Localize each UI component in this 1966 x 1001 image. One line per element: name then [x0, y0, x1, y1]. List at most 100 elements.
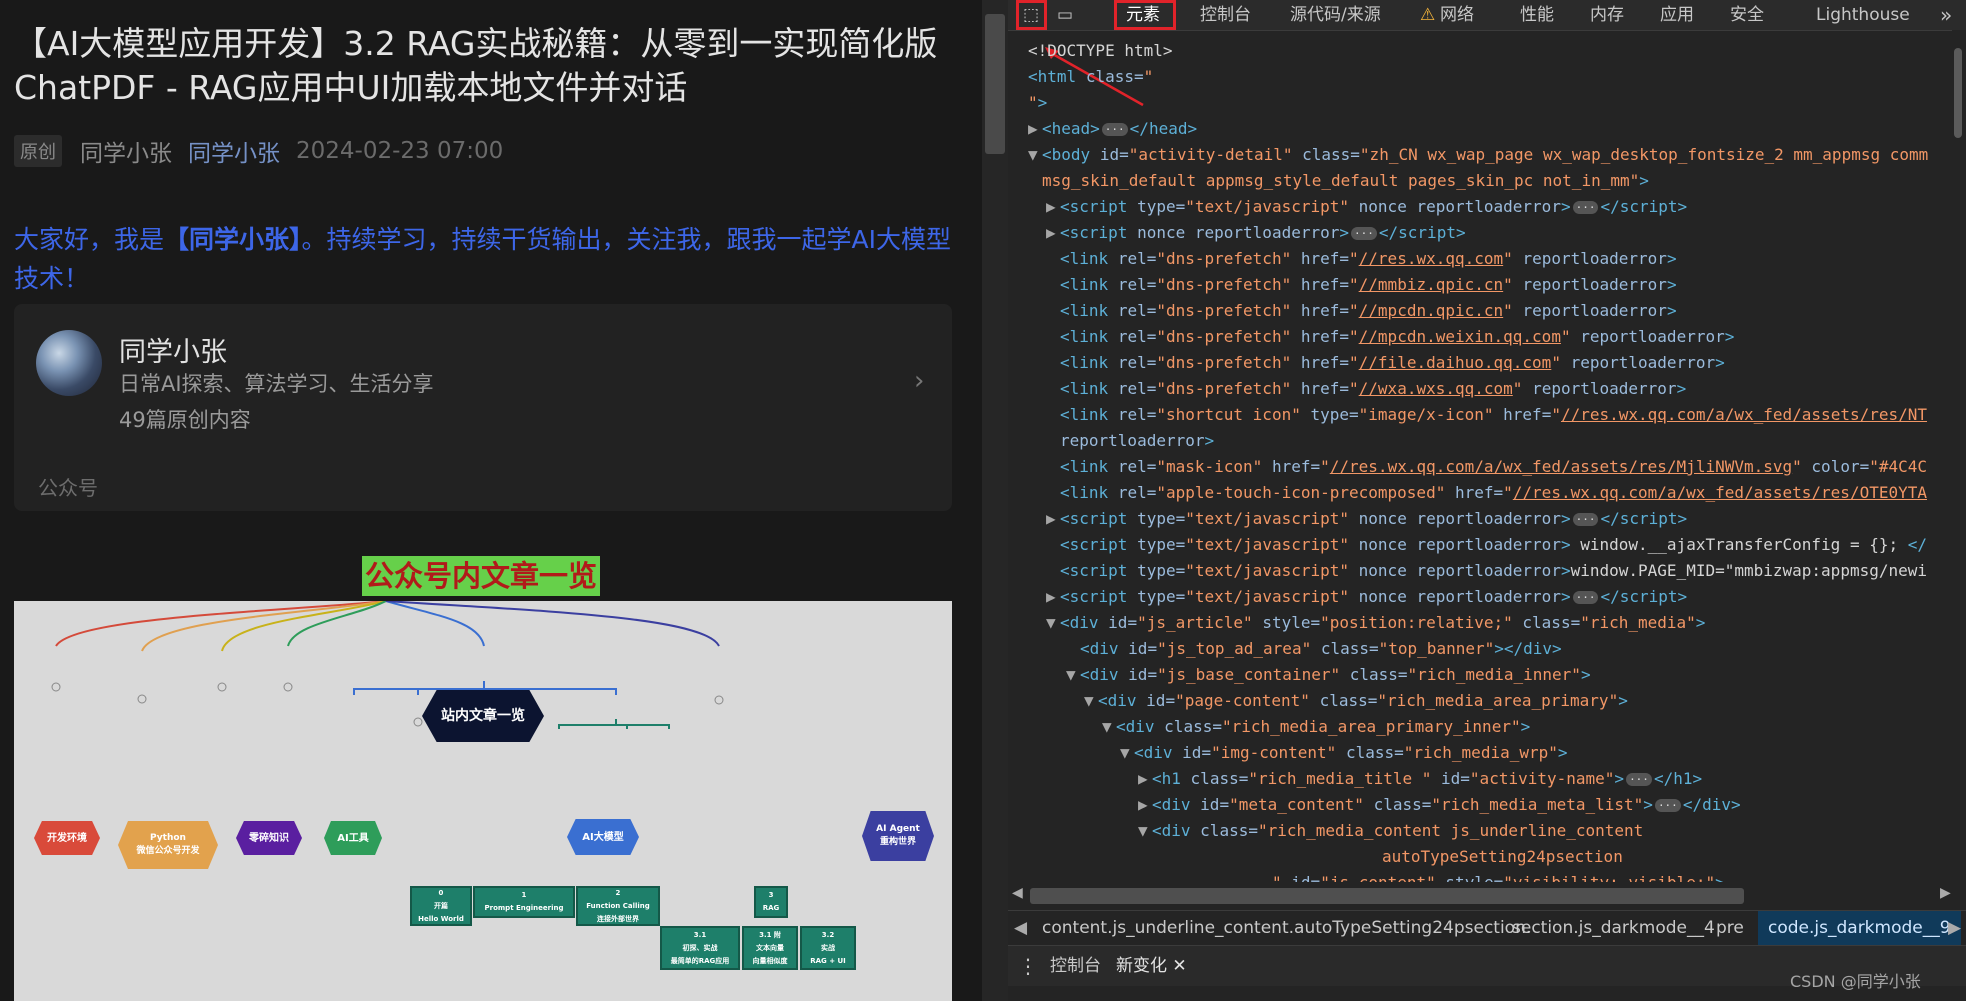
article-title: 【AI大模型应用开发】3.2 RAG实战秘籍：从零到一实现简化版ChatPDF … [14, 24, 938, 107]
dom-line-script-4[interactable]: <script type="text/javascript" nonce rep… [1060, 532, 1927, 558]
dom-line-link-2[interactable]: <link rel="dns-prefetch" href="//mmbiz.q… [1060, 272, 1677, 298]
tab-console[interactable]: 控制台 [1200, 0, 1251, 30]
chevron-right-icon[interactable]: › [914, 366, 924, 396]
account-link[interactable]: 同学小张 [188, 134, 280, 168]
intro-paragraph: 大家好，我是【同学小张】。持续学习，持续干货输出，关注我，跟我一起学AI大模型技… [14, 220, 959, 298]
page-scrollbar[interactable] [982, 0, 1008, 1001]
tab-sources[interactable]: 源代码/来源 [1290, 0, 1381, 30]
dom-line-js-content[interactable]: ▼ <div class="rich_media_content js_under… [1138, 818, 1643, 844]
mindmap-branch-dev-env: 开发环境 [34, 821, 100, 855]
mindmap-ai-child-0: 0 开篇 Hello World [410, 886, 472, 926]
profile-description: 日常AI探索、算法学习、生活分享 [119, 372, 434, 396]
article-pane: 【AI大模型应用开发】3.2 RAG实战秘籍：从零到一实现简化版ChatPDF … [0, 0, 982, 1001]
dom-line-script-6[interactable]: ▶ <script type="text/javascript" nonce re… [1046, 584, 1687, 610]
highlight-heading: 公众号内文章一览 [362, 556, 601, 596]
dom-line-html[interactable]: <html class=" [1028, 64, 1153, 90]
mindmap-rag-child-0: 3.1 初探、实战 最简单的RAG应用 [660, 926, 740, 970]
breadcrumb: ◀ content.js_underline_content.autoTypeS… [1008, 910, 1966, 945]
dom-line-link-8[interactable]: <link rel="mask-icon" href="//res.wx.qq.… [1060, 454, 1927, 480]
dom-line-top-ad[interactable]: <div id="js_top_ad_area" class="top_bann… [1080, 636, 1562, 662]
mindmap-branch-ai-tools: AI工具 [324, 821, 382, 855]
intro-prefix: 大家好，我是 [14, 225, 165, 254]
drawer-tab-console[interactable]: 控制台 [1050, 946, 1101, 986]
profile-type: 公众号 [38, 476, 98, 500]
dom-line-doctype[interactable]: <!DOCTYPE html> [1028, 38, 1173, 64]
tab-memory[interactable]: 内存 [1590, 0, 1624, 30]
tab-application[interactable]: 应用 [1660, 0, 1694, 30]
dom-vertical-scrollbar[interactable] [1952, 30, 1966, 882]
profile-card[interactable]: 同学小张 日常AI探索、算法学习、生活分享 49篇原创内容 › 公众号 [14, 304, 952, 511]
tab-lighthouse[interactable]: Lighthouse [1816, 0, 1910, 30]
mindmap-image: 站内文章一览 开发环境 Python 微信公众号开发 零碎知识 AI工具 AI大… [14, 601, 952, 1001]
dom-line-link-1[interactable]: <link rel="dns-prefetch" href="//res.wx.… [1060, 246, 1677, 272]
dom-line-js-article[interactable]: ▼ <div id="js_article" style="position:re… [1046, 610, 1705, 636]
dom-horizontal-scrollbar-thumb[interactable] [1030, 888, 1744, 904]
close-icon[interactable]: ✕ [1172, 956, 1186, 976]
inspect-highlight-box [1016, 0, 1047, 30]
csdn-watermark: CSDN @同学小张 [1790, 972, 1921, 991]
mindmap-ai-child-2: 2 Function Calling 连接外部世界 [576, 886, 660, 926]
tab-security[interactable]: 安全 [1730, 0, 1764, 30]
mindmap-branch-ai-agent: AI Agent 重构世界 [862, 811, 934, 861]
dom-line-meta[interactable]: ▶ <div id="meta_content" class="rich_medi… [1138, 792, 1741, 818]
dom-line-head[interactable]: ▶ <head> ··· </head> [1028, 116, 1197, 142]
drawer-tab-whats-new[interactable]: 新变化 ✕ [1116, 946, 1187, 988]
mindmap-ai-child-1: 1 Prompt Engineering [473, 886, 575, 918]
dom-line-link-4[interactable]: <link rel="dns-prefetch" href="//mpcdn.w… [1060, 324, 1734, 350]
dom-line-primary-inner[interactable]: ▼ <div class="rich_media_area_primary_inn… [1102, 714, 1530, 740]
page-scrollbar-thumb[interactable] [985, 14, 1005, 154]
dom-line-base-container[interactable]: ▼ <div id="js_base_container" class="rich… [1066, 662, 1591, 688]
device-toggle-icon[interactable]: ▭ [1052, 3, 1078, 27]
breadcrumb-item-selected[interactable]: code.js_darkmode__9 [1758, 911, 1961, 945]
dom-line-body[interactable]: ▼ <body id="activity-detail" class="zh_CN… [1028, 142, 1928, 168]
dom-line-body-cont[interactable]: msg_skin_default appmsg_style_default pa… [1042, 168, 1649, 194]
avatar [36, 330, 102, 396]
kebab-menu-icon[interactable]: ⋮ [1018, 946, 1038, 986]
dom-line-script-5[interactable]: <script type="text/javascript" nonce rep… [1060, 558, 1927, 584]
profile-article-count: 49篇原创内容 [119, 408, 251, 432]
dom-line-js-content-cont[interactable]: autoTypeSetting24psection [1382, 844, 1623, 870]
mindmap-rag-child-1: 3.1 附 文本向量 向量相似度 [742, 926, 798, 970]
mindmap-branch-ai-model: AI大模型 [567, 819, 639, 855]
scroll-right-icon[interactable]: ▶ [1940, 885, 1951, 901]
dom-line-h1[interactable]: ▶ <h1 class="rich_media_title " id="activ… [1138, 766, 1702, 792]
dom-line-page-content[interactable]: ▼ <div id="page-content" class="rich_medi… [1084, 688, 1628, 714]
breadcrumb-item[interactable]: section.js_darkmode__4 [1512, 911, 1715, 945]
dom-tree[interactable]: <!DOCTYPE html> <html class=" "> ▶ <head>… [1008, 30, 1958, 892]
elements-tab-highlight [1114, 0, 1176, 30]
breadcrumb-item[interactable]: content.js_underline_content.autoTypeSet… [1042, 911, 1531, 945]
intro-bold: 【同学小张】 [164, 225, 302, 254]
mindmap-branch-python: Python 微信公众号开发 [118, 821, 218, 869]
dom-line-img-content[interactable]: ▼ <div id="img-content" class="rich_media… [1120, 740, 1568, 766]
original-badge: 原创 [14, 135, 62, 167]
mindmap-ai-child-3: 3 RAG [754, 886, 788, 918]
dom-line-html-close[interactable]: "> [1028, 90, 1047, 116]
drawer-tab-whats-new-label: 新变化 [1116, 956, 1167, 976]
dom-line-link-5[interactable]: <link rel="dns-prefetch" href="//file.da… [1060, 350, 1725, 376]
profile-name: 同学小张 [119, 337, 227, 368]
mindmap-root: 站内文章一览 [422, 690, 544, 742]
dom-line-link-3[interactable]: <link rel="dns-prefetch" href="//mpcdn.q… [1060, 298, 1677, 324]
breadcrumb-right-icon[interactable]: ▶ [1948, 911, 1961, 945]
dom-line-link-7-cont[interactable]: reportloaderror> [1060, 428, 1214, 454]
tab-performance[interactable]: 性能 [1520, 0, 1554, 30]
article-meta: 原创 同学小张 同学小张 2024-02-23 07:00 [14, 134, 503, 168]
dom-line-link-9[interactable]: <link rel="apple-touch-icon-precomposed"… [1060, 480, 1927, 506]
tab-network[interactable]: 网络 [1440, 0, 1474, 30]
scroll-left-icon[interactable]: ◀ [1012, 885, 1023, 901]
dom-vertical-scrollbar-thumb[interactable] [1954, 48, 1962, 138]
dom-line-link-7[interactable]: <link rel="shortcut icon" type="image/x-… [1060, 402, 1927, 428]
author-name: 同学小张 [80, 141, 172, 167]
mindmap-rag-child-2: 3.2 实战 RAG + UI [800, 926, 856, 970]
publish-date: 2024-02-23 07:00 [296, 138, 504, 164]
dom-line-script-1[interactable]: ▶ <script type="text/javascript" nonce re… [1046, 194, 1687, 220]
dom-line-script-3[interactable]: ▶ <script type="text/javascript" nonce re… [1046, 506, 1687, 532]
devtools-tabbar: ⬚ ▭ 元素 控制台 源代码/来源 ⚠ 网络 性能 内存 应用 安全 Light… [1008, 0, 1966, 31]
warning-triangle-icon: ⚠ [1420, 5, 1436, 25]
dom-line-script-2[interactable]: ▶ <script nonce reportloaderror> ··· </scri… [1046, 220, 1466, 246]
chevron-double-right-icon[interactable]: » [1940, 0, 1952, 30]
dom-line-link-6[interactable]: <link rel="dns-prefetch" href="//wxa.wxs… [1060, 376, 1686, 402]
breadcrumb-item[interactable]: pre [1716, 911, 1744, 945]
dom-horizontal-scrollbar[interactable]: ◀ ▶ [1008, 882, 1966, 910]
breadcrumb-left-icon[interactable]: ◀ [1014, 911, 1027, 945]
